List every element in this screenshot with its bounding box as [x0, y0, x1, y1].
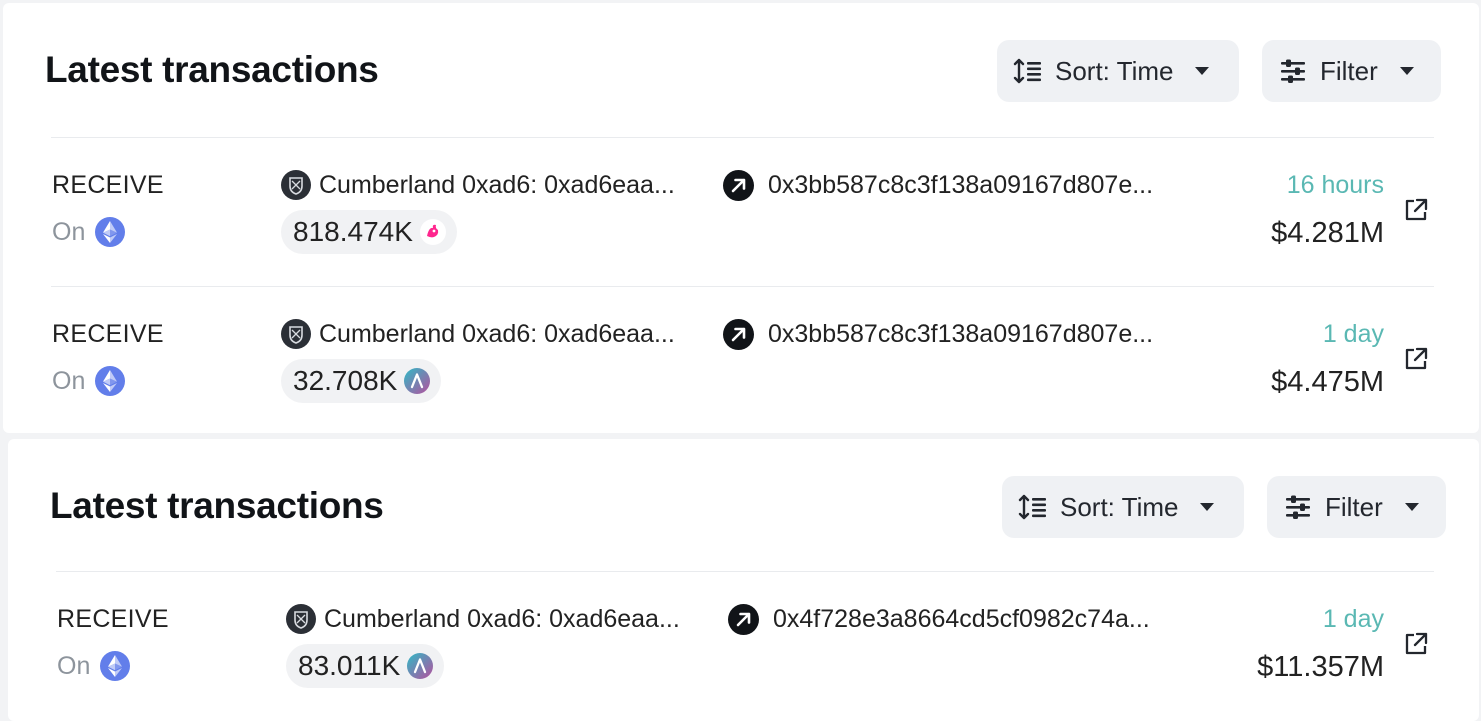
table-row[interactable]: RECEIVE On Cumberland 0xad6: 0xad6eaa...…: [3, 137, 1479, 285]
token-amount: 32.708K: [293, 365, 398, 396]
chevron-down-icon: [1399, 67, 1414, 75]
to-address[interactable]: 0x3bb587c8c3f138a09167d807e...: [768, 320, 1153, 349]
external-link-icon[interactable]: [1403, 346, 1429, 372]
amount-pill: 32.708K: [281, 359, 442, 403]
panel-header: Latest transactions Sort: Time Filter: [3, 3, 1479, 137]
arrow-up-right-icon: [723, 319, 754, 350]
panel-title: Latest transactions: [50, 485, 384, 526]
sort-button[interactable]: Sort: Time: [1002, 476, 1244, 538]
usd-value: $11.357M: [1257, 651, 1384, 683]
from-address[interactable]: Cumberland 0xad6: 0xad6eaa...: [319, 320, 675, 349]
external-link-icon[interactable]: [1403, 631, 1429, 657]
uni-icon: [419, 219, 446, 245]
external-link-icon[interactable]: [1403, 197, 1429, 223]
usd-value: $4.475M: [1271, 366, 1384, 398]
table-row[interactable]: RECEIVE On Cumberland 0xad6: 0xad6eaa...…: [8, 571, 1479, 719]
token-amount: 818.474K: [293, 216, 413, 247]
cumberland-shield-icon[interactable]: [281, 319, 311, 349]
ethereum-icon: [100, 651, 131, 681]
time-ago: 1 day: [1322, 605, 1384, 633]
filter-sliders-icon: [1281, 59, 1305, 83]
aave-icon: [407, 653, 434, 679]
filter-label: Filter: [1325, 491, 1383, 522]
on-label: On: [52, 366, 86, 395]
cumberland-shield-icon[interactable]: [286, 604, 316, 634]
amount-pill: 818.474K: [281, 210, 457, 254]
chain-info: On: [57, 651, 131, 681]
from-address[interactable]: Cumberland 0xad6: 0xad6eaa...: [319, 171, 675, 200]
sort-label: Sort: Time: [1055, 55, 1174, 86]
to-address[interactable]: 0x4f728e3a8664cd5cf0982c74a...: [773, 605, 1150, 634]
tx-type: RECEIVE: [52, 171, 164, 199]
arrow-up-right-icon: [728, 604, 759, 635]
sort-label: Sort: Time: [1060, 491, 1179, 522]
on-label: On: [57, 651, 91, 680]
from-address[interactable]: Cumberland 0xad6: 0xad6eaa...: [324, 605, 680, 634]
time-ago: 16 hours: [1286, 171, 1384, 199]
on-label: On: [52, 217, 86, 246]
chain-info: On: [52, 217, 126, 247]
filter-button[interactable]: Filter: [1267, 476, 1446, 538]
panel-header: Latest transactions Sort: Time Filter: [8, 439, 1479, 573]
panel-title: Latest transactions: [45, 49, 379, 90]
chain-info: On: [52, 366, 126, 396]
chevron-down-icon: [1404, 503, 1419, 511]
sort-button[interactable]: Sort: Time: [997, 40, 1239, 102]
tx-type: RECEIVE: [52, 320, 164, 348]
cumberland-shield-icon[interactable]: [281, 170, 311, 200]
table-row[interactable]: RECEIVE On Cumberland 0xad6: 0xad6eaa...…: [3, 286, 1479, 434]
aave-icon: [404, 368, 431, 394]
filter-button[interactable]: Filter: [1262, 40, 1441, 102]
tx-type: RECEIVE: [57, 605, 169, 633]
chevron-down-icon: [1200, 503, 1215, 511]
token-amount: 83.011K: [298, 650, 401, 681]
ethereum-icon: [95, 366, 126, 396]
filter-label: Filter: [1320, 55, 1378, 86]
usd-value: $4.281M: [1271, 217, 1384, 249]
transactions-panel: Latest transactions Sort: Time Filter RE…: [8, 439, 1479, 721]
arrow-up-right-icon: [723, 170, 754, 201]
sort-icon: [1018, 494, 1046, 520]
filter-sliders-icon: [1286, 495, 1310, 519]
time-ago: 1 day: [1322, 320, 1384, 348]
to-address[interactable]: 0x3bb587c8c3f138a09167d807e...: [768, 171, 1153, 200]
ethereum-icon: [95, 217, 126, 247]
amount-pill: 83.011K: [286, 644, 445, 688]
sort-icon: [1013, 58, 1041, 84]
chevron-down-icon: [1195, 67, 1210, 75]
transactions-panel: Latest transactions Sort: Time Filter RE…: [3, 3, 1479, 433]
